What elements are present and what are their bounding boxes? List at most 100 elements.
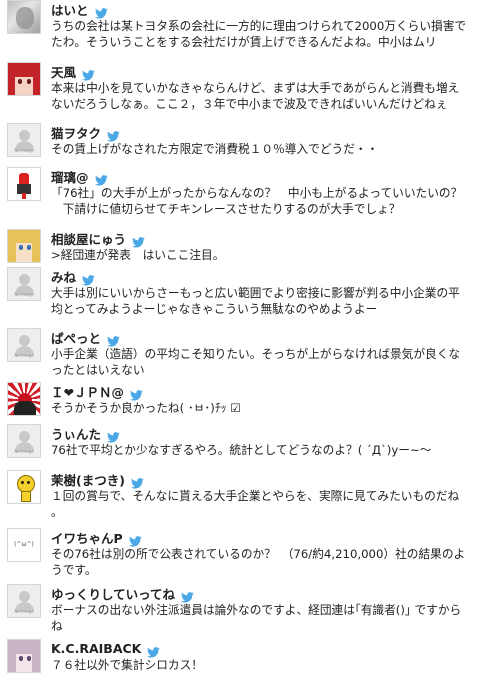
user-name[interactable]: K.C.RAIBACK bbox=[51, 641, 141, 656]
avatar-shape bbox=[14, 401, 36, 415]
avatar-shape: No Image bbox=[14, 148, 34, 153]
user-name[interactable]: みね bbox=[51, 267, 76, 286]
tweet-text-line: その76社は別の所で公表されているのか？ （76/約4,210,000）社の結果… bbox=[51, 547, 466, 561]
tweet-text-line: そうかそうか良かったね( ･ㅂ･)ﾁｯ ☑ bbox=[51, 401, 241, 415]
tweet-text-line: 「76社」の大手が上がったからなんなの？ 中小も上がるよっていいたいの？ bbox=[51, 186, 463, 200]
twitter-bird-icon bbox=[128, 532, 142, 547]
tweet-header: 茉樹(まつき) bbox=[51, 470, 144, 489]
tweet-header: イワちゃんP bbox=[51, 528, 142, 547]
tweet-text-line: たわ。そういうことをする会社だけが賃上げできるんだよね。中小はムリ bbox=[51, 35, 437, 49]
avatar-text: (^ω^) bbox=[14, 541, 34, 548]
tweet-header: みね bbox=[51, 267, 95, 286]
avatar-shape bbox=[19, 431, 30, 442]
tweet-text-line: １回の賞与で、そんなに貰える大手企業とやらを、実際に見てみたいものだね bbox=[51, 489, 460, 503]
avatar-shape bbox=[19, 130, 30, 141]
twitter-bird-icon bbox=[147, 643, 161, 658]
tweet-text-line: ボーナスの出ない外注派遣員は論外なのですよ、経団連は｢有識者()｣ ですから bbox=[51, 603, 462, 617]
avatar[interactable] bbox=[7, 0, 41, 34]
user-name[interactable]: ゆっくりしていってね bbox=[51, 584, 175, 603]
tweet-header: 瑠璃@ bbox=[51, 167, 108, 186]
user-name[interactable]: 天風 bbox=[51, 62, 76, 81]
user-name[interactable]: はいと bbox=[51, 0, 89, 19]
avatar[interactable]: No Image bbox=[7, 424, 41, 458]
avatar-shape bbox=[19, 274, 30, 285]
avatar-shape bbox=[33, 71, 40, 95]
twitter-bird-icon bbox=[82, 66, 95, 81]
user-name[interactable]: ぱぺっと bbox=[51, 328, 101, 347]
avatar-shape bbox=[19, 591, 30, 602]
tweet-text-line: 小手企業（造語）の平均こそ知りたい。そっちが上がらなければ景気が良くな bbox=[51, 347, 461, 361]
twitter-bird-icon bbox=[181, 588, 194, 603]
tweet-text: ７６社以外で集計シロカス！ bbox=[51, 657, 493, 673]
avatar-shape bbox=[19, 335, 30, 346]
tweet-header: はいと bbox=[51, 0, 108, 19]
avatar[interactable]: No Image bbox=[7, 328, 41, 362]
tweet-header: K.C.RAIBACK bbox=[51, 640, 161, 658]
twitter-bird-icon bbox=[94, 171, 108, 186]
tweet-text: ボーナスの出ない外注派遣員は論外なのですよ、経団連は｢有識者()｣ ですからね bbox=[51, 602, 493, 634]
tweet-header: ゆっくりしていってね bbox=[51, 584, 194, 603]
twitter-bird-icon bbox=[94, 4, 108, 19]
avatar[interactable] bbox=[7, 639, 41, 673]
tweet-header: 相談屋にゅう bbox=[51, 229, 145, 248]
tweet-text-line: その賃上げがなされた方限定で消費税１０％導入でどうだ・・ bbox=[51, 142, 379, 156]
tweet-text: 大手は別にいいからさーもっと広い範囲でより密接に影響が判る中小企業の平 均とってみ… bbox=[51, 285, 493, 317]
tweet-header: 猫ヲタク bbox=[51, 123, 120, 142]
avatar-shape bbox=[8, 646, 16, 672]
twitter-bird-icon bbox=[129, 386, 143, 401]
avatar[interactable] bbox=[7, 167, 41, 201]
user-name[interactable]: Ｉ❤ＪＰＮ@ bbox=[51, 382, 124, 401]
tweet-text-line: 大手は別にいいからさーもっと広い範囲でより密接に影響が判る中小企業の平 bbox=[51, 286, 460, 300]
avatar-shape bbox=[16, 7, 34, 29]
tweet-text-line: 。 bbox=[51, 505, 63, 519]
avatar[interactable] bbox=[7, 62, 41, 96]
avatar-shape bbox=[19, 656, 23, 661]
user-name[interactable]: 猫ヲタク bbox=[51, 123, 101, 142]
avatar-shape: No Image bbox=[14, 609, 34, 614]
tweet-text: その賃上げがなされた方限定で消費税１０％導入でどうだ・・ bbox=[51, 141, 493, 157]
twitter-bird-icon bbox=[132, 233, 145, 248]
user-name[interactable]: うぃんた bbox=[51, 424, 101, 443]
avatar[interactable]: No Image bbox=[7, 123, 41, 157]
avatar-shape bbox=[21, 481, 24, 484]
tweet-text: １回の賞与で、そんなに貰える大手企業とやらを、実際に見てみたいものだね。 bbox=[51, 488, 493, 520]
avatar[interactable]: (^ω^) bbox=[7, 528, 41, 562]
tweet-text: 小手企業（造語）の平均こそ知りたい。そっちが上がらなければ景気が良くな ったとはい… bbox=[51, 346, 493, 378]
twitter-bird-icon bbox=[82, 271, 95, 286]
tweet-feed: はいと うちの会社は某トヨタ系の会社に一方的に理由つけられて2000万くらい損害で… bbox=[0, 0, 500, 682]
tweet-text-line: 本来は中小を見ていかなきゃならんけど、まずは大手であがらんと消費も増え bbox=[51, 81, 460, 95]
avatar-shape: No Image bbox=[14, 292, 34, 297]
avatar-shape bbox=[32, 646, 40, 672]
twitter-bird-icon bbox=[130, 474, 144, 489]
twitter-bird-icon bbox=[107, 428, 120, 443]
user-name[interactable]: 瑠璃@ bbox=[51, 167, 89, 186]
avatar-shape bbox=[22, 193, 26, 199]
tweet-text-line: ね bbox=[51, 619, 63, 633]
avatar[interactable] bbox=[7, 382, 41, 416]
tweet-text-line: うです。 bbox=[51, 563, 97, 577]
tweet-text-line: ないだろうしなぁ。ここ２，３年で中小まで波及できればいいんだけどねぇ bbox=[51, 97, 448, 111]
avatar-shape bbox=[18, 79, 22, 84]
avatar-shape bbox=[21, 491, 31, 502]
user-name[interactable]: イワちゃんP bbox=[51, 528, 123, 547]
twitter-bird-icon bbox=[107, 332, 120, 347]
avatar[interactable] bbox=[7, 229, 41, 263]
tweet-text: 本来は中小を見ていかなきゃならんけど、まずは大手であがらんと消費も増え ないだろう… bbox=[51, 80, 493, 112]
tweet-text-line: ったとはいえない bbox=[51, 363, 145, 377]
tweet-text: うちの会社は某トヨタ系の会社に一方的に理由つけられて2000万くらい損害で たわ。… bbox=[51, 18, 493, 50]
tweet-header: ぱぺっと bbox=[51, 328, 120, 347]
tweet-header: うぃんた bbox=[51, 424, 120, 443]
avatar-shape bbox=[27, 656, 31, 661]
tweet-text-line: 76社で平均とか少なすぎるやろ。統計としてどうなのよ？( ´Д`)yー~～ bbox=[51, 443, 432, 457]
tweet-text: その76社は別の所で公表されているのか？ （76/約4,210,000）社の結果… bbox=[51, 546, 493, 578]
tweet-text-line: 下請けに値切らせてチキンレースさせたりするのが大手でしょ？ bbox=[51, 202, 401, 216]
avatar-shape bbox=[27, 245, 31, 250]
avatar[interactable]: No Image bbox=[7, 267, 41, 301]
avatar[interactable]: No Image bbox=[7, 584, 41, 618]
tweet-header: 天風 bbox=[51, 62, 95, 81]
user-name[interactable]: 茉樹(まつき) bbox=[51, 470, 125, 489]
tweet-text-line: 均とってみようよーじゃなきゃこういう無駄なのやめようよー bbox=[51, 302, 378, 316]
user-name[interactable]: 相談屋にゅう bbox=[51, 229, 126, 248]
avatar[interactable] bbox=[7, 470, 41, 504]
avatar-shape bbox=[32, 236, 40, 262]
